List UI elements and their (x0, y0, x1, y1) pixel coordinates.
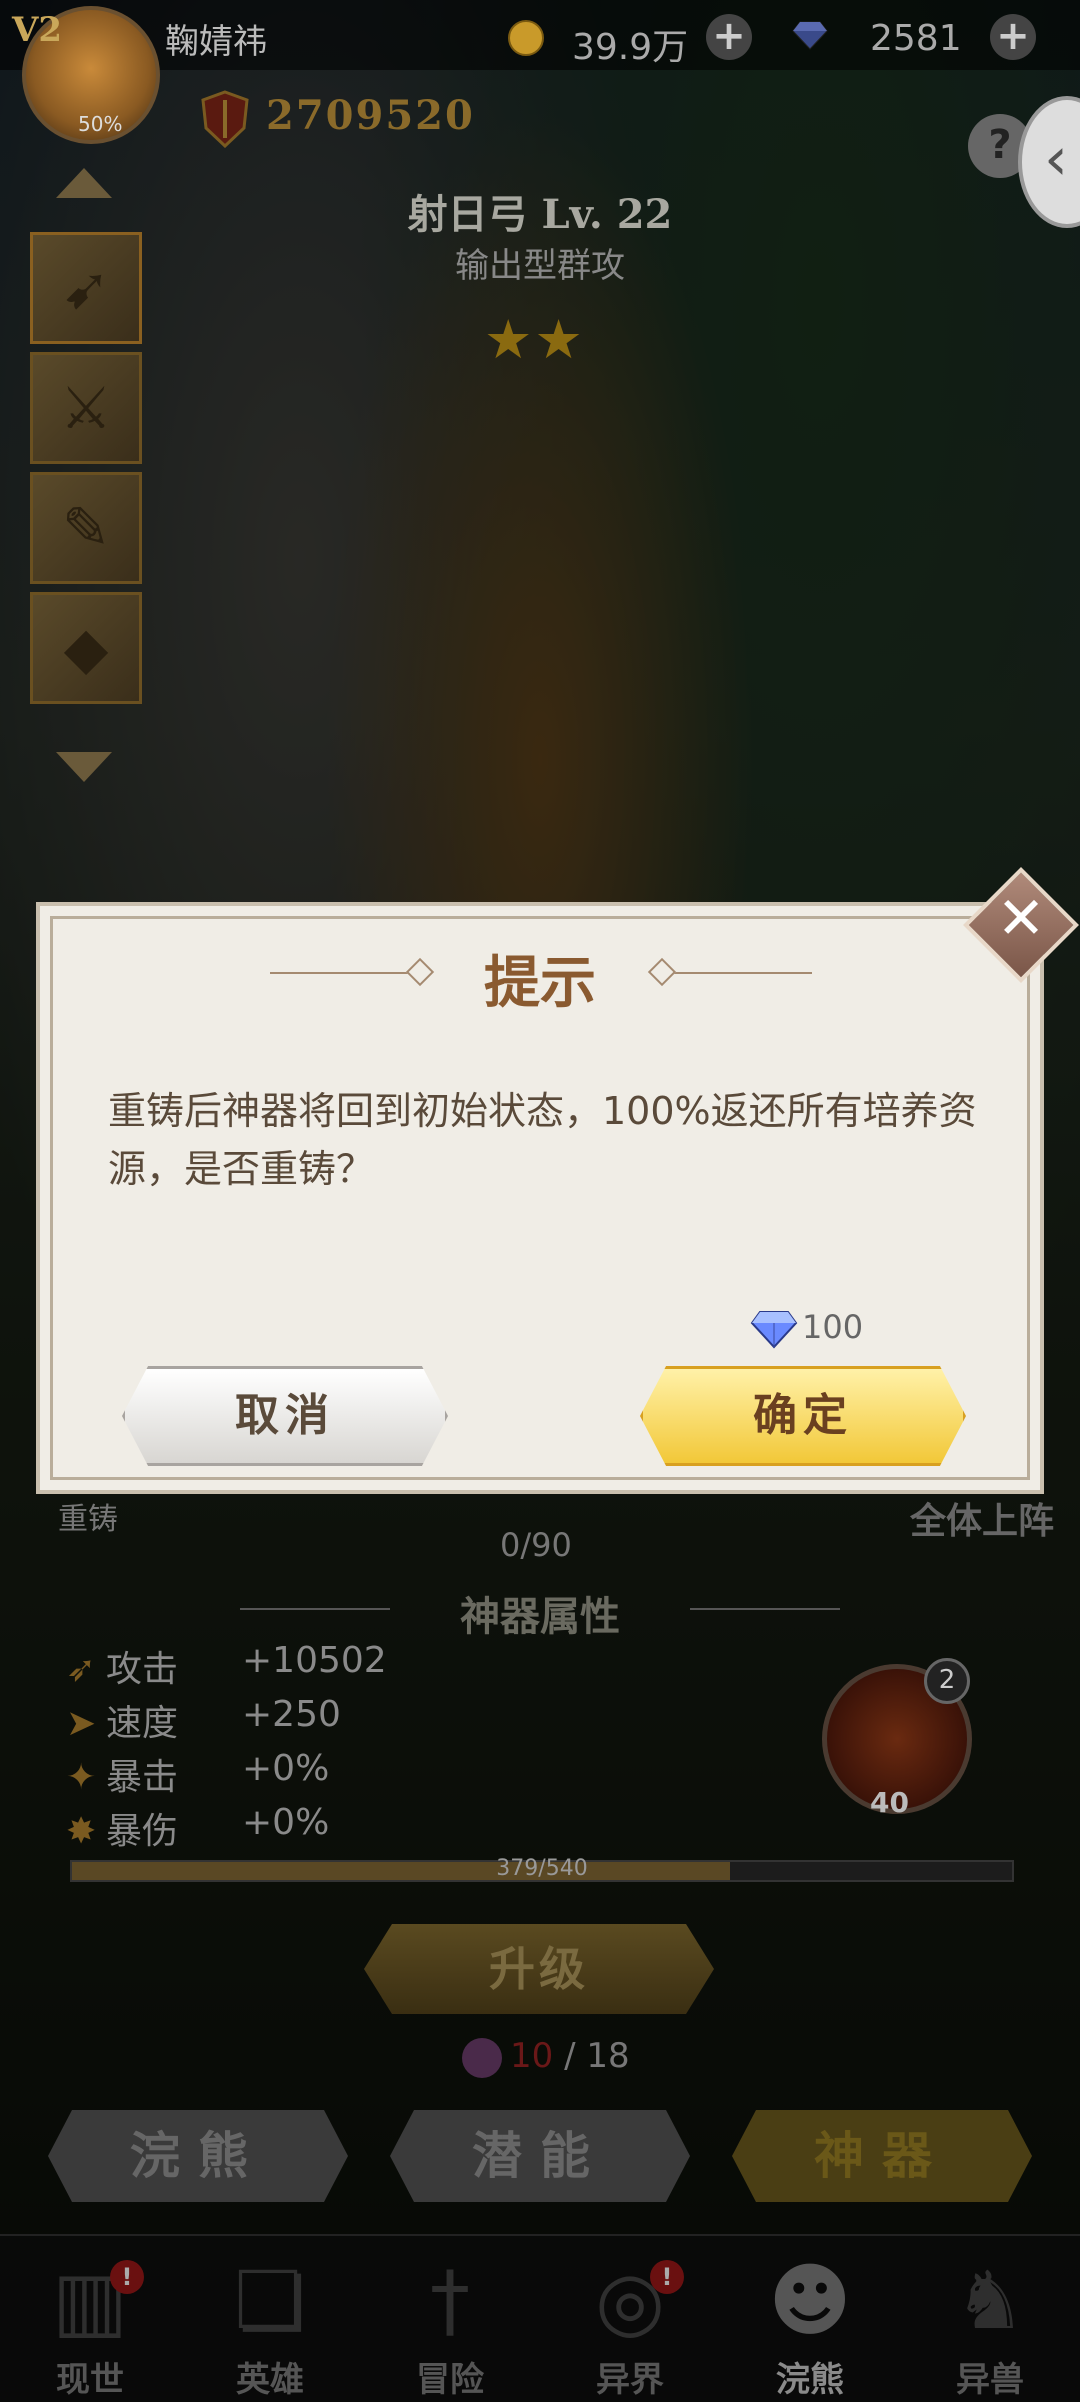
speed-boot-icon: ➤ (66, 1703, 97, 1744)
nav-raccoon[interactable]: ☻ 浣熊 (720, 2236, 900, 2402)
skill-count-badge: 2 (924, 1658, 970, 1704)
attribute-row: ✸ 暴伤 +0% (66, 1802, 330, 1852)
recast-cost-value: 100 (802, 1308, 864, 1346)
avatar-progress: 50% (78, 112, 123, 136)
purple-crystal-icon (462, 2037, 502, 2078)
add-gold-button[interactable]: + (706, 14, 752, 60)
vip-level: V2 (12, 10, 63, 50)
close-icon[interactable]: ✕ (980, 884, 1062, 966)
dialog-title: 提示 (484, 950, 596, 1016)
gold-coin-icon (508, 20, 544, 56)
attribute-row: ➶ 攻击 +10502 (66, 1640, 387, 1690)
notification-badge: ! (650, 2260, 684, 2294)
diamond-icon (792, 21, 828, 50)
sword-icon: ⚔ (60, 374, 112, 442)
gem-amount: 2581 (870, 18, 962, 59)
artifact-slot-brush[interactable]: ✎ (30, 472, 142, 584)
artifact-name: 射日弓 Lv. 22 (407, 191, 673, 238)
artifact-type: 输出型群攻 (455, 246, 625, 286)
critical-hit-icon: ✦ (66, 1757, 97, 1798)
nav-beasts[interactable]: ♞ 异兽 (900, 2236, 1080, 2402)
bow-icon: ➹ (61, 254, 111, 322)
attribute-row: ✦ 暴击 +0% (66, 1748, 330, 1798)
add-gems-button[interactable]: + (990, 14, 1036, 60)
cancel-button[interactable]: 取消 (122, 1366, 448, 1466)
sword-icon: † (430, 2254, 470, 2347)
tab-potential[interactable]: 潜能 (390, 2110, 690, 2202)
hero-cards-icon: ❏ (234, 2254, 306, 2347)
scroll-down-arrow-icon[interactable] (56, 752, 112, 782)
skill-level: 40 (870, 1786, 909, 1819)
recast-cost: 100 (750, 1308, 863, 1349)
artifact-slot-sword[interactable]: ⚔ (30, 352, 142, 464)
diamond-icon (750, 1311, 798, 1349)
confirm-button[interactable]: 确定 (640, 1366, 966, 1466)
recast-confirm-dialog: 提示 重铸后神器将回到初始状态，100%返还所有培养资源，是否重铸？ 100 取… (36, 902, 1044, 1494)
nav-other-world[interactable]: ◎ ! 异界 (540, 2236, 720, 2402)
notification-badge: ! (110, 2260, 144, 2294)
attribute-row: ➤ 速度 +250 (66, 1694, 341, 1744)
brush-icon: ✎ (61, 494, 111, 562)
tab-raccoon[interactable]: 浣熊 (48, 2110, 348, 2202)
nav-adventure[interactable]: † 冒险 (360, 2236, 540, 2402)
artifact-progress: 0/90 (500, 1526, 572, 1564)
dialog-message: 重铸后神器将回到初始状态，100%返还所有培养资源，是否重铸？ (108, 1089, 977, 1191)
experience-bar: 379/540 (70, 1856, 1014, 1882)
combat-power-shield-icon (201, 90, 249, 148)
attributes-title: 神器属性 (0, 1584, 1080, 1642)
experience-text: 379/540 (496, 1856, 588, 1881)
upgrade-button[interactable]: 升级 (364, 1924, 714, 2014)
upgrade-material: 10 / 18 (462, 2036, 630, 2078)
scroll-up-arrow-icon[interactable] (56, 168, 112, 198)
deploy-all-button[interactable]: 全体上阵 (910, 1492, 1054, 1544)
recast-label[interactable]: 重铸 (58, 1494, 118, 1538)
critical-damage-icon: ✸ (66, 1811, 97, 1852)
raccoon-icon: ☻ (768, 2254, 852, 2347)
tab-artifact[interactable]: 神器 (732, 2110, 1032, 2202)
nav-heroes[interactable]: ❏ 英雄 (180, 2236, 360, 2402)
gold-amount: 39.9万 (572, 27, 689, 68)
artifact-stars: ★★ (484, 308, 585, 371)
artifact-slot-bow[interactable]: ➹ (30, 232, 142, 344)
combat-power-value: 2709520 (266, 92, 475, 139)
artifact-slot-stone[interactable]: ◆ (30, 592, 142, 704)
nav-present-world[interactable]: ▥ ! 现世 (0, 2236, 180, 2402)
bottom-navigation: ▥ ! 现世 ❏ 英雄 † 冒险 ◎ ! 异界 ☻ 浣熊 ♞ 异兽 (0, 2234, 1080, 2402)
player-name: 鞠婧祎 (165, 22, 267, 62)
attack-icon: ➶ (66, 1649, 97, 1690)
phoenix-icon: ♞ (954, 2254, 1026, 2347)
stone-icon: ◆ (63, 614, 109, 682)
